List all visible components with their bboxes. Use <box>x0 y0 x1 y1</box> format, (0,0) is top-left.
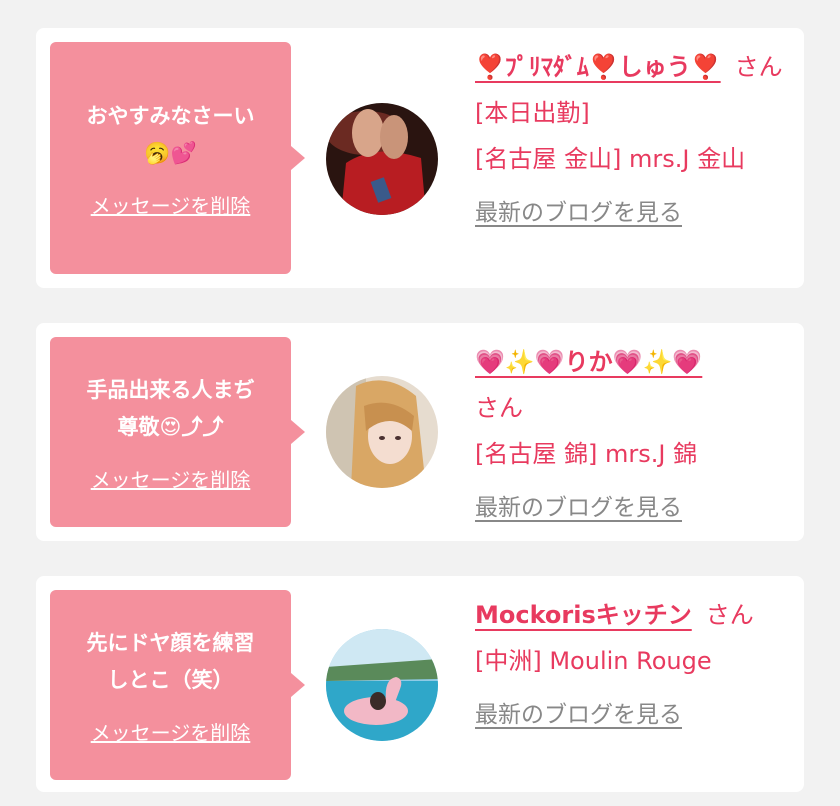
message-card: 先にドヤ顔を練習 しとこ（笑） メッセージを削除 Mockorisキッチン さん … <box>36 576 804 792</box>
delete-message-link[interactable]: メッセージを削除 <box>91 464 251 493</box>
shop-name: [中洲] Moulin Rouge <box>475 647 712 675</box>
shop-name: [名古屋 錦] mrs.J 錦 <box>475 440 698 468</box>
cast-name-link[interactable]: Mockorisキッチン <box>475 601 692 629</box>
latest-blog-link[interactable]: 最新のブログを見る <box>475 190 682 236</box>
honorific: さん <box>705 601 754 629</box>
message-text: 先にドヤ顔を練習 しとこ（笑） <box>86 630 255 692</box>
delete-message-link[interactable]: メッセージを削除 <box>91 717 251 746</box>
message-bubble: 先にドヤ顔を練習 しとこ（笑） メッセージを削除 <box>50 590 305 780</box>
honorific: さん <box>734 53 783 81</box>
message-card: 手品出来る人まぢ 尊敬😍⤴⤴ メッセージを削除 💗✨💗りか💗✨💗 さん [名古屋… <box>36 323 804 541</box>
cast-info: Mockorisキッチン さん [中洲] Moulin Rouge 最新のブログを… <box>475 592 785 738</box>
avatar[interactable] <box>326 629 438 741</box>
status-badge: [本日出勤] <box>475 99 590 127</box>
cast-info: ❣️ﾌﾟﾘﾏﾀﾞﾑ❣️しゅう❣️ さん [本日出勤] [名古屋 金山] mrs.J … <box>475 44 785 236</box>
latest-blog-link[interactable]: 最新のブログを見る <box>475 485 682 531</box>
message-text: 手品出来る人まぢ 尊敬😍⤴⤴ <box>86 377 255 439</box>
honorific: さん <box>475 394 523 422</box>
message-card: おやすみなさーい 🥱💕 メッセージを削除 ❣️ﾌﾟﾘﾏﾀﾞﾑ❣️しゅう❣️ さん [… <box>36 28 804 288</box>
shop-name: [名古屋 金山] mrs.J 金山 <box>475 145 746 173</box>
cast-name-link[interactable]: ❣️ﾌﾟﾘﾏﾀﾞﾑ❣️しゅう❣️ <box>475 53 721 81</box>
avatar[interactable] <box>326 103 438 215</box>
message-bubble: 手品出来る人まぢ 尊敬😍⤴⤴ メッセージを削除 <box>50 337 305 527</box>
message-list: おやすみなさーい 🥱💕 メッセージを削除 ❣️ﾌﾟﾘﾏﾀﾞﾑ❣️しゅう❣️ さん [… <box>0 0 840 806</box>
avatar[interactable] <box>326 376 438 488</box>
delete-message-link[interactable]: メッセージを削除 <box>91 190 251 219</box>
cast-name-link[interactable]: 💗✨💗りか💗✨💗 <box>475 348 702 376</box>
message-bubble: おやすみなさーい 🥱💕 メッセージを削除 <box>50 42 305 274</box>
latest-blog-link[interactable]: 最新のブログを見る <box>475 692 682 738</box>
cast-info: 💗✨💗りか💗✨💗 さん [名古屋 錦] mrs.J 錦 最新のブログを見る <box>475 339 785 531</box>
message-text: おやすみなさーい 🥱💕 <box>86 103 255 165</box>
